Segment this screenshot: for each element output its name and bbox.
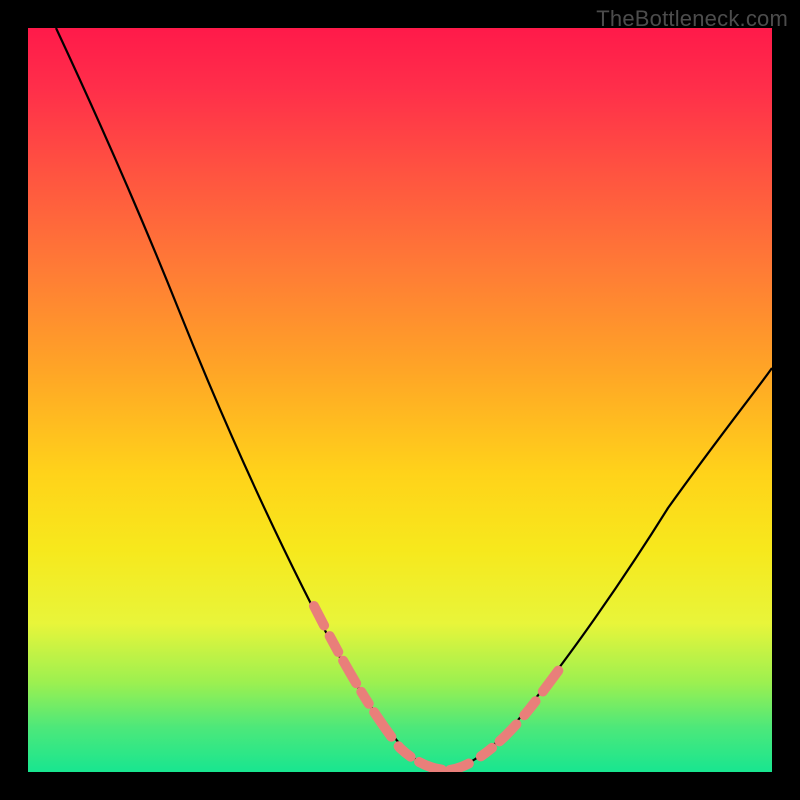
left-curve: [56, 28, 448, 770]
left-dash-overlay: [314, 606, 448, 770]
chart-gradient-area: [28, 28, 772, 772]
chart-svg: [28, 28, 772, 772]
watermark-text: TheBottleneck.com: [596, 6, 788, 32]
right-curve: [448, 368, 772, 770]
right-dash-overlay: [450, 624, 594, 770]
